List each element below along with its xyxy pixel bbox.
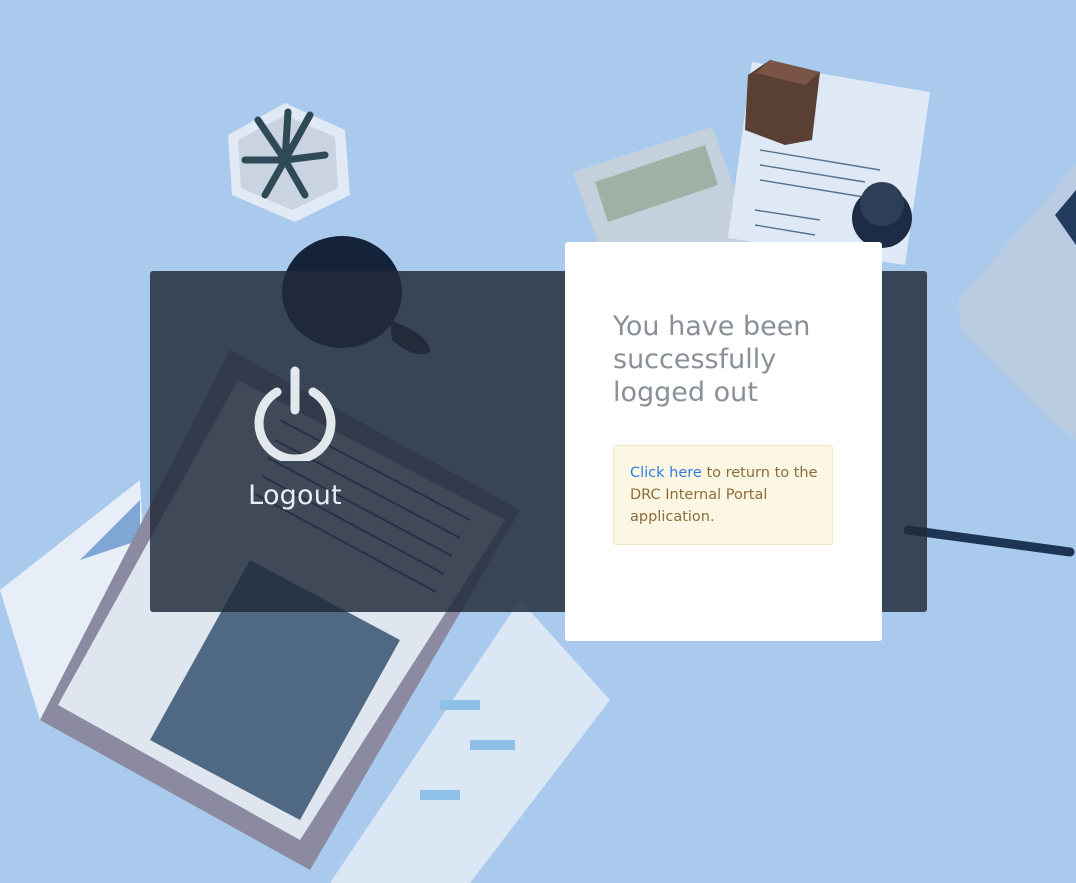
logout-label: Logout [248, 480, 342, 511]
plant-decoration [228, 103, 350, 222]
logout-message-card: You have been successfully logged out Cl… [565, 242, 882, 641]
return-alert: Click here to return to the DRC Internal… [613, 445, 833, 545]
power-icon [254, 366, 336, 461]
wooden-house-decoration [745, 60, 820, 145]
logout-section: Logout [150, 271, 440, 612]
laptop-decoration [958, 165, 1076, 440]
pen-decoration [903, 525, 1075, 557]
click-here-link[interactable]: Click here [630, 465, 702, 481]
logout-message-title: You have been successfully logged out [613, 311, 811, 408]
